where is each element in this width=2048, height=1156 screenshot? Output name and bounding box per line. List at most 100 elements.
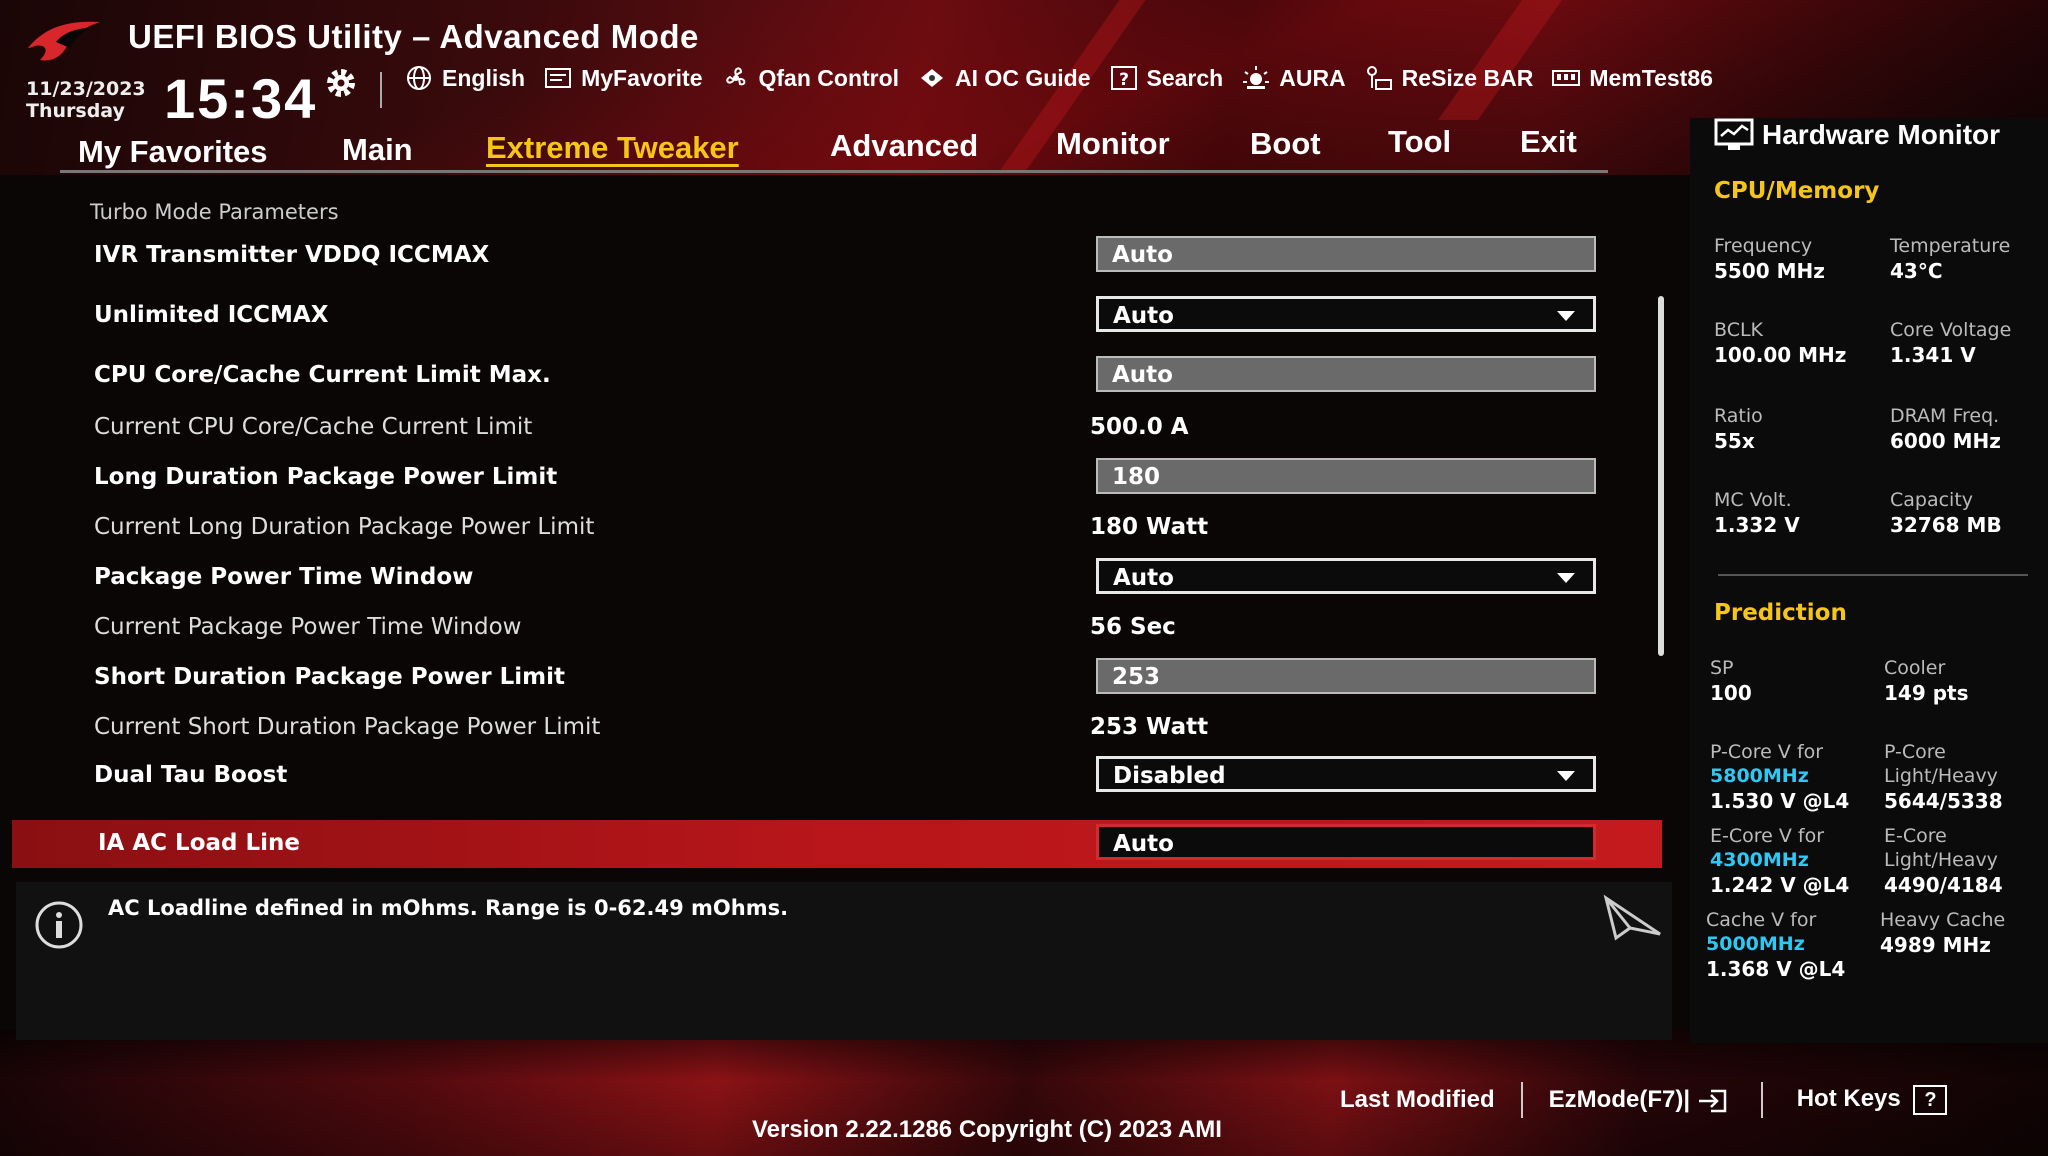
ratio-stat: Ratio 55x xyxy=(1714,404,1884,454)
tab-exit[interactable]: Exit xyxy=(1520,124,1577,160)
pcore-v-stat: P-Core V for 5800MHz 1.530 V @L4 xyxy=(1710,740,1880,814)
tab-main[interactable]: Main xyxy=(342,132,413,168)
setting-label: IA AC Load Line xyxy=(98,830,301,856)
stat-label: P-Core xyxy=(1884,741,1946,763)
tab-underline xyxy=(60,170,1608,173)
setting-label: Unlimited ICCMAX xyxy=(94,302,329,328)
info-row: Current CPU Core/Cache Current Limit 500… xyxy=(16,404,1672,452)
tab-advanced[interactable]: Advanced xyxy=(830,128,978,164)
hot-keys-label: Hot Keys xyxy=(1796,1085,1901,1112)
temperature-stat: Temperature 43°C xyxy=(1890,234,2048,284)
tab-monitor[interactable]: Monitor xyxy=(1056,126,1170,162)
stat-label: Cooler xyxy=(1884,657,1946,679)
setting-input[interactable]: Auto xyxy=(1096,824,1596,860)
tab-my-favorites[interactable]: My Favorites xyxy=(78,134,268,170)
stat-label: Core Voltage xyxy=(1890,319,2012,341)
tab-tool[interactable]: Tool xyxy=(1388,124,1451,160)
memtest-icon xyxy=(1552,70,1581,86)
setting-input[interactable]: 253 xyxy=(1096,658,1596,694)
cpu-memory-heading: CPU/Memory xyxy=(1714,178,1880,204)
hot-keys-button[interactable]: Hot Keys ? xyxy=(1797,1085,1948,1115)
monitor-icon xyxy=(1714,118,1754,150)
section-title: Turbo Mode Parameters xyxy=(90,200,339,224)
cursor-icon xyxy=(1603,894,1661,941)
setting-row-selected[interactable]: IA AC Load Line Auto xyxy=(12,820,1662,868)
stat-label: BCLK xyxy=(1714,319,1764,341)
stat-value: 1.332 V xyxy=(1714,513,1800,537)
stat-frequency: 5000MHz xyxy=(1706,933,1805,955)
chevron-down-icon xyxy=(1557,311,1575,321)
gear-icon[interactable] xyxy=(324,66,358,100)
setting-row[interactable]: Unlimited ICCMAX Auto xyxy=(16,292,1672,340)
setting-dropdown[interactable]: Disabled xyxy=(1096,756,1596,792)
ai-oc-guide-button[interactable]: AI OC Guide xyxy=(917,64,1091,92)
cache-v-stat: Cache V for 5000MHz 1.368 V @L4 xyxy=(1706,908,1876,982)
language-button[interactable]: English xyxy=(404,64,525,92)
setting-value: 180 xyxy=(1112,464,1161,490)
setting-dropdown[interactable]: Auto xyxy=(1096,296,1596,332)
tab-boot[interactable]: Boot xyxy=(1250,126,1321,162)
hardware-monitor-panel: Hardware Monitor CPU/Memory Frequency 55… xyxy=(1690,118,2048,1043)
stat-label: P-Core V for xyxy=(1710,741,1824,763)
tab-extreme-tweaker[interactable]: Extreme Tweaker xyxy=(486,130,739,166)
prediction-heading: Prediction xyxy=(1714,600,1847,626)
search-button[interactable]: ? Search xyxy=(1109,64,1223,92)
setting-row[interactable]: CPU Core/Cache Current Limit Max. Auto xyxy=(16,352,1672,400)
exit-arrow-icon xyxy=(1698,1089,1726,1112)
stat-value: 4989 MHz xyxy=(1880,933,1991,957)
capacity-stat: Capacity 32768 MB xyxy=(1890,488,2048,538)
setting-input[interactable]: Auto xyxy=(1096,356,1596,392)
info-label: Current Package Power Time Window xyxy=(94,614,522,640)
version-text: Version 2.22.1286 Copyright (C) 2023 AMI xyxy=(752,1116,1222,1143)
qfan-control-button[interactable]: Qfan Control xyxy=(721,64,899,92)
setting-value: Auto xyxy=(1113,565,1174,591)
setting-row[interactable]: Short Duration Package Power Limit 253 xyxy=(16,654,1672,702)
day-value: Thursday xyxy=(26,100,125,122)
aura-button[interactable]: AURA xyxy=(1241,64,1346,92)
setting-value: Auto xyxy=(1113,831,1174,857)
setting-dropdown[interactable]: Auto xyxy=(1096,558,1596,594)
setting-label: CPU Core/Cache Current Limit Max. xyxy=(94,362,551,388)
aura-icon xyxy=(1243,66,1270,89)
info-value: 56 Sec xyxy=(1090,614,1176,640)
stat-label: DRAM Freq. xyxy=(1890,405,2000,427)
setting-row[interactable]: IVR Transmitter VDDQ ICCMAX Auto xyxy=(16,232,1672,280)
memtest86-button[interactable]: MemTest86 xyxy=(1551,64,1713,92)
help-key-icon: ? xyxy=(1913,1085,1948,1115)
stat-value: 5644/5338 xyxy=(1884,789,2003,813)
setting-row[interactable]: Dual Tau Boost Disabled xyxy=(16,752,1672,800)
chevron-down-icon xyxy=(1557,573,1575,583)
info-icon xyxy=(35,901,83,949)
setting-row[interactable]: Long Duration Package Power Limit 180 xyxy=(16,454,1672,502)
stat-label: Capacity xyxy=(1890,489,1974,511)
stat-label: E-Core xyxy=(1884,825,1947,847)
stat-label: Light/Heavy xyxy=(1884,765,1998,787)
myfavorite-label: MyFavorite xyxy=(581,64,703,91)
setting-value: Disabled xyxy=(1113,763,1226,789)
info-label: Current CPU Core/Cache Current Limit xyxy=(94,414,533,440)
dram-freq-stat: DRAM Freq. 6000 MHz xyxy=(1890,404,2048,454)
language-label: English xyxy=(442,64,526,91)
stat-value: 4490/4184 xyxy=(1884,873,2003,897)
resize-bar-button[interactable]: ReSize BAR xyxy=(1364,64,1533,92)
ecore-v-stat: E-Core V for 4300MHz 1.242 V @L4 xyxy=(1710,824,1880,898)
cooler-stat: Cooler 149 pts xyxy=(1884,656,2048,706)
stat-value: 1.530 V @L4 xyxy=(1710,789,1850,813)
globe-icon xyxy=(407,66,431,90)
ezmode-button[interactable]: EzMode(F7)| xyxy=(1549,1086,1727,1114)
aura-label: AURA xyxy=(1279,64,1346,91)
setting-input[interactable]: Auto xyxy=(1096,236,1596,272)
myfavorite-button[interactable]: MyFavorite xyxy=(543,64,703,92)
setting-row[interactable]: Package Power Time Window Auto xyxy=(16,554,1672,602)
info-value: 180 Watt xyxy=(1090,514,1209,540)
ezmode-label: EzMode(F7)| xyxy=(1548,1086,1691,1113)
info-row: Current Long Duration Package Power Limi… xyxy=(16,504,1672,552)
memtest86-label: MemTest86 xyxy=(1589,64,1713,91)
setting-input[interactable]: 180 xyxy=(1096,458,1596,494)
header-separator xyxy=(380,72,382,108)
ecore-light-heavy-stat: E-Core Light/Heavy 4490/4184 xyxy=(1884,824,2048,898)
stat-value: 100.00 MHz xyxy=(1714,343,1847,367)
pcore-light-heavy-stat: P-Core Light/Heavy 5644/5338 xyxy=(1884,740,2048,814)
last-modified-button[interactable]: Last Modified xyxy=(1340,1086,1495,1114)
scrollbar[interactable] xyxy=(1658,296,1664,656)
